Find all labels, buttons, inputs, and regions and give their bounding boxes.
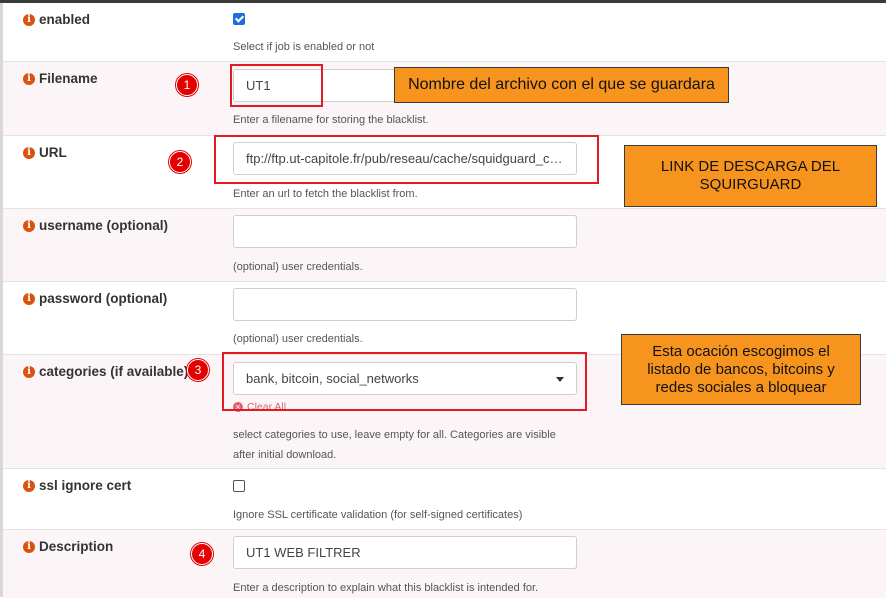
note-categories: Esta ocación escogimos el listado de ban… bbox=[621, 334, 861, 405]
note-categories-line3: redes sociales a bloquear bbox=[655, 378, 827, 396]
label-text: Filename bbox=[39, 71, 98, 86]
label-text: Description bbox=[39, 539, 114, 554]
label-text: username (optional) bbox=[39, 218, 169, 233]
info-icon[interactable]: i bbox=[23, 219, 35, 232]
info-icon[interactable]: i bbox=[23, 540, 35, 553]
field-label-username: i username (optional) bbox=[23, 218, 168, 233]
enabled-checkbox[interactable] bbox=[233, 13, 245, 25]
field-label-password: i password (optional) bbox=[23, 291, 167, 306]
step-badge-1: 1 bbox=[176, 74, 198, 96]
username-hint: (optional) user credentials. bbox=[233, 261, 363, 273]
step-badge-3: 3 bbox=[187, 359, 209, 381]
field-label-categories: i categories (if available) bbox=[23, 364, 188, 379]
username-input[interactable] bbox=[233, 215, 577, 248]
step-badge-2: 2 bbox=[169, 151, 191, 173]
highlight-categories bbox=[222, 352, 587, 411]
note-url-line1: LINK DE DESCARGA DEL bbox=[660, 158, 841, 175]
row-username: i username (optional) (optional) user cr… bbox=[3, 208, 886, 282]
note-url-line2: SQUIRGUARD bbox=[699, 176, 802, 193]
url-hint: Enter an url to fetch the blacklist from… bbox=[233, 188, 418, 200]
label-text: password (optional) bbox=[39, 291, 168, 306]
info-icon[interactable]: i bbox=[23, 365, 35, 378]
enabled-hint: Select if job is enabled or not bbox=[233, 41, 375, 53]
label-text: categories (if available) bbox=[39, 364, 189, 379]
field-label-url: i URL bbox=[23, 145, 67, 160]
filename-hint: Enter a filename for storing the blackli… bbox=[233, 114, 429, 126]
categories-hint-1: select categories to use, leave empty fo… bbox=[233, 429, 556, 441]
label-text: ssl ignore cert bbox=[39, 478, 132, 493]
field-label-description: i Description bbox=[23, 539, 113, 554]
info-icon[interactable]: i bbox=[23, 13, 35, 26]
info-icon[interactable]: i bbox=[23, 479, 35, 492]
note-url: LINK DE DESCARGA DEL SQUIRGUARD bbox=[624, 145, 877, 207]
password-hint: (optional) user credentials. bbox=[233, 333, 363, 345]
row-description: i Description UT1 WEB FILTRER Enter a de… bbox=[3, 529, 886, 598]
password-input[interactable] bbox=[233, 288, 577, 321]
ssl-ignore-cert-checkbox[interactable] bbox=[233, 480, 245, 492]
highlight-filename bbox=[230, 64, 323, 107]
field-label-enabled: i enabled bbox=[23, 12, 90, 27]
info-icon[interactable]: i bbox=[23, 292, 35, 305]
info-icon[interactable]: i bbox=[23, 146, 35, 159]
field-label-ssl: i ssl ignore cert bbox=[23, 478, 131, 493]
field-label-filename: i Filename bbox=[23, 71, 98, 86]
description-input[interactable]: UT1 WEB FILTRER bbox=[233, 536, 577, 569]
row-enabled: i enabled Select if job is enabled or no… bbox=[3, 3, 886, 61]
info-icon[interactable]: i bbox=[23, 72, 35, 85]
categories-hint-2: after initial download. bbox=[233, 449, 337, 461]
highlight-url bbox=[214, 135, 599, 184]
ssl-hint: Ignore SSL certificate validation (for s… bbox=[233, 509, 523, 521]
label-text: URL bbox=[39, 145, 67, 160]
note-categories-line2: listado de bancos, bitcoins y bbox=[647, 360, 835, 378]
row-ssl-ignore-cert: i ssl ignore cert Ignore SSL certificate… bbox=[3, 468, 886, 530]
note-filename: Nombre del archivo con el que se guardar… bbox=[394, 67, 729, 103]
step-badge-4: 4 bbox=[191, 543, 213, 565]
label-text: enabled bbox=[39, 12, 91, 27]
note-categories-line1: Esta ocación escogimos el bbox=[652, 342, 830, 360]
description-hint: Enter a description to explain what this… bbox=[233, 582, 539, 594]
